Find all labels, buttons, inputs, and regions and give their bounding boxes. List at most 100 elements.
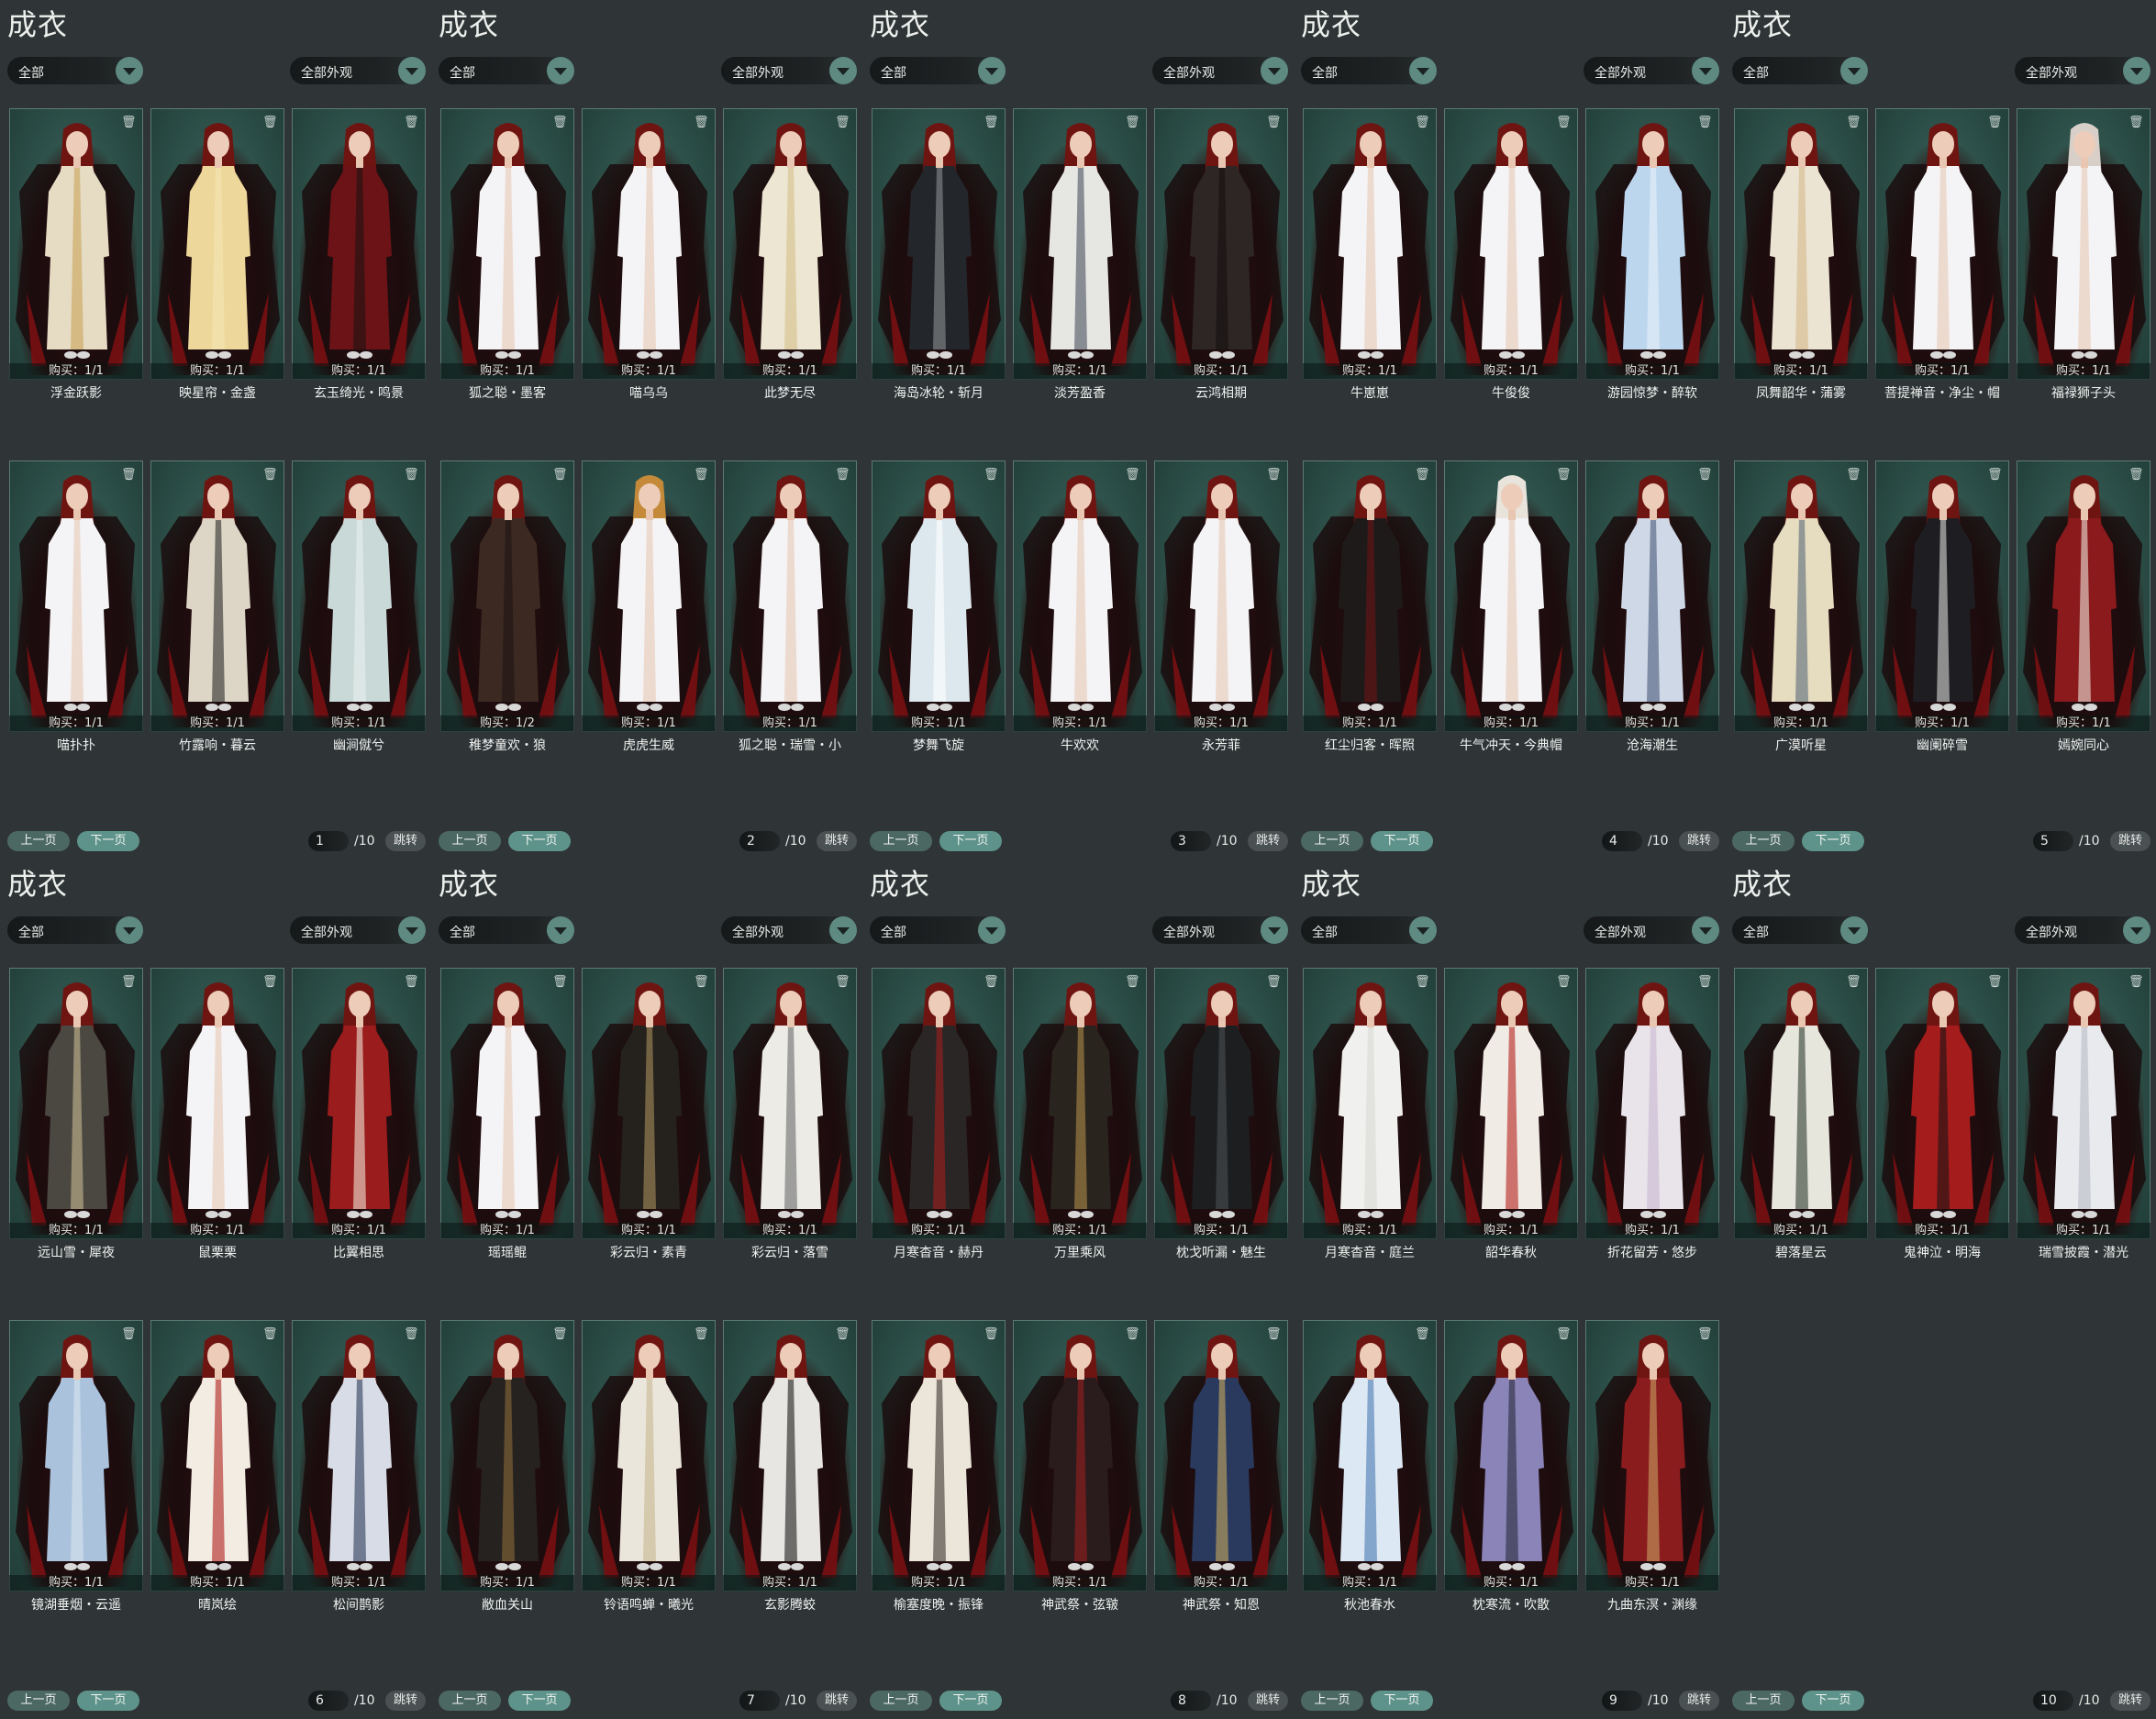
- outfit-card[interactable]: 🗑 购买：1/1 万里乘风: [1013, 968, 1147, 1320]
- outfit-preview[interactable]: [582, 968, 716, 1239]
- delete-icon[interactable]: 🗑: [404, 116, 419, 130]
- appearance-dropdown[interactable]: 全部外观: [1584, 57, 1719, 84]
- delete-icon[interactable]: 🗑: [835, 468, 850, 482]
- chevron-down-icon[interactable]: [829, 57, 857, 84]
- chevron-down-icon[interactable]: [398, 57, 426, 84]
- page-number-input[interactable]: 9: [1602, 1691, 1642, 1711]
- outfit-preview[interactable]: [1875, 460, 2009, 732]
- outfit-card[interactable]: 🗑 购买：1/1 牛崽崽: [1303, 108, 1437, 460]
- delete-icon[interactable]: 🗑: [2128, 116, 2144, 130]
- next-page-button[interactable]: 下一页: [1802, 1691, 1864, 1711]
- jump-button[interactable]: 跳转: [1679, 1691, 1719, 1711]
- delete-icon[interactable]: 🗑: [1697, 1327, 1713, 1342]
- category-dropdown[interactable]: 全部: [1732, 57, 1868, 84]
- category-dropdown[interactable]: 全部: [1301, 916, 1437, 944]
- outfit-card[interactable]: 🗑 购买：1/1 鬼神泣・明海: [1875, 968, 2009, 1320]
- outfit-card[interactable]: 🗑 购买：1/1 此梦无尽: [723, 108, 857, 460]
- outfit-preview[interactable]: [872, 1320, 1006, 1591]
- outfit-preview[interactable]: [1444, 108, 1578, 380]
- outfit-preview[interactable]: [1585, 968, 1719, 1239]
- outfit-card[interactable]: 🗑 购买：1/1 映星帘・金盏: [150, 108, 284, 460]
- delete-icon[interactable]: 🗑: [1697, 975, 1713, 990]
- outfit-preview[interactable]: [1734, 460, 1868, 732]
- chevron-down-icon[interactable]: [1261, 57, 1288, 84]
- delete-icon[interactable]: 🗑: [984, 975, 999, 990]
- outfit-preview[interactable]: [2017, 968, 2150, 1239]
- delete-icon[interactable]: 🗑: [1987, 975, 2003, 990]
- appearance-dropdown[interactable]: 全部外观: [1584, 916, 1719, 944]
- appearance-dropdown[interactable]: 全部外观: [721, 57, 857, 84]
- delete-icon[interactable]: 🗑: [262, 468, 278, 482]
- outfit-card[interactable]: 🗑 购买：1/1 远山雪・犀夜: [9, 968, 143, 1320]
- outfit-card[interactable]: 🗑 购买：1/1 浮金跃影: [9, 108, 143, 460]
- prev-page-button[interactable]: 上一页: [1301, 1691, 1363, 1711]
- chevron-down-icon[interactable]: [978, 57, 1006, 84]
- jump-button[interactable]: 跳转: [2110, 831, 2150, 851]
- outfit-card[interactable]: 🗑 购买：1/1 玄玉绮光・鸣景: [292, 108, 426, 460]
- delete-icon[interactable]: 🗑: [1697, 468, 1713, 482]
- delete-icon[interactable]: 🗑: [1846, 116, 1861, 130]
- page-number-input[interactable]: 5: [2033, 831, 2073, 851]
- chevron-down-icon[interactable]: [1692, 57, 1719, 84]
- delete-icon[interactable]: 🗑: [404, 975, 419, 990]
- prev-page-button[interactable]: 上一页: [439, 831, 501, 851]
- outfit-card[interactable]: 🗑 购买：1/1 梦舞飞旋: [872, 460, 1006, 813]
- chevron-down-icon[interactable]: [978, 916, 1006, 944]
- outfit-card[interactable]: 🗑 购买：1/1 晴岚绘: [150, 1320, 284, 1672]
- delete-icon[interactable]: 🗑: [835, 116, 850, 130]
- outfit-card[interactable]: 🗑 购买：1/1 铃语鸣蝉・曦光: [582, 1320, 716, 1672]
- delete-icon[interactable]: 🗑: [121, 1327, 137, 1342]
- delete-icon[interactable]: 🗑: [984, 1327, 999, 1342]
- chevron-down-icon[interactable]: [2123, 57, 2150, 84]
- outfit-card[interactable]: 🗑 购买：1/1 红尘归客・晖照: [1303, 460, 1437, 813]
- jump-button[interactable]: 跳转: [1248, 831, 1288, 851]
- outfit-card[interactable]: 🗑 购买：1/1 游园惊梦・醉软: [1585, 108, 1719, 460]
- outfit-preview[interactable]: [2017, 460, 2150, 732]
- delete-icon[interactable]: 🗑: [835, 975, 850, 990]
- chevron-down-icon[interactable]: [1409, 916, 1437, 944]
- outfit-preview[interactable]: [1013, 968, 1147, 1239]
- outfit-card[interactable]: 🗑 购买：1/2 稚梦童欢・狼: [440, 460, 574, 813]
- outfit-card[interactable]: 🗑 购买：1/1 淡芳盈香: [1013, 108, 1147, 460]
- next-page-button[interactable]: 下一页: [1371, 1691, 1433, 1711]
- delete-icon[interactable]: 🗑: [2128, 975, 2144, 990]
- delete-icon[interactable]: 🗑: [1266, 1327, 1282, 1342]
- outfit-preview[interactable]: [723, 108, 857, 380]
- jump-button[interactable]: 跳转: [1679, 831, 1719, 851]
- delete-icon[interactable]: 🗑: [1846, 468, 1861, 482]
- outfit-preview[interactable]: [1154, 108, 1288, 380]
- outfit-card[interactable]: 🗑 购买：1/1 牛欢欢: [1013, 460, 1147, 813]
- outfit-preview[interactable]: [1154, 1320, 1288, 1591]
- outfit-card[interactable]: 🗑 购买：1/1 嫣婉同心: [2017, 460, 2150, 813]
- outfit-preview[interactable]: [9, 968, 143, 1239]
- delete-icon[interactable]: 🗑: [404, 468, 419, 482]
- appearance-dropdown[interactable]: 全部外观: [2015, 57, 2150, 84]
- next-page-button[interactable]: 下一页: [939, 1691, 1002, 1711]
- prev-page-button[interactable]: 上一页: [1732, 831, 1795, 851]
- appearance-dropdown[interactable]: 全部外观: [290, 916, 426, 944]
- outfit-preview[interactable]: [872, 108, 1006, 380]
- delete-icon[interactable]: 🗑: [262, 116, 278, 130]
- outfit-preview[interactable]: [1013, 1320, 1147, 1591]
- outfit-preview[interactable]: [1013, 108, 1147, 380]
- category-dropdown[interactable]: 全部: [7, 57, 143, 84]
- outfit-card[interactable]: 🗑 购买：1/1 月寒杳音・庭兰: [1303, 968, 1437, 1320]
- next-page-button[interactable]: 下一页: [508, 831, 571, 851]
- outfit-card[interactable]: 🗑 购买：1/1 枕寒流・吹散: [1444, 1320, 1578, 1672]
- outfit-card[interactable]: 🗑 购买：1/1 比翼相思: [292, 968, 426, 1320]
- outfit-preview[interactable]: [1734, 108, 1868, 380]
- delete-icon[interactable]: 🗑: [1266, 975, 1282, 990]
- outfit-card[interactable]: 🗑 购买：1/1 神武祭・弦皲: [1013, 1320, 1147, 1672]
- outfit-preview[interactable]: [1013, 460, 1147, 732]
- delete-icon[interactable]: 🗑: [552, 116, 568, 130]
- delete-icon[interactable]: 🗑: [1556, 116, 1572, 130]
- delete-icon[interactable]: 🗑: [1415, 975, 1430, 990]
- outfit-card[interactable]: 🗑 购买：1/1 神武祭・知恩: [1154, 1320, 1288, 1672]
- outfit-preview[interactable]: [440, 108, 574, 380]
- delete-icon[interactable]: 🗑: [1987, 116, 2003, 130]
- outfit-preview[interactable]: [1444, 968, 1578, 1239]
- chevron-down-icon[interactable]: [547, 916, 574, 944]
- outfit-preview[interactable]: [1875, 968, 2009, 1239]
- category-dropdown[interactable]: 全部: [1732, 916, 1868, 944]
- next-page-button[interactable]: 下一页: [1371, 831, 1433, 851]
